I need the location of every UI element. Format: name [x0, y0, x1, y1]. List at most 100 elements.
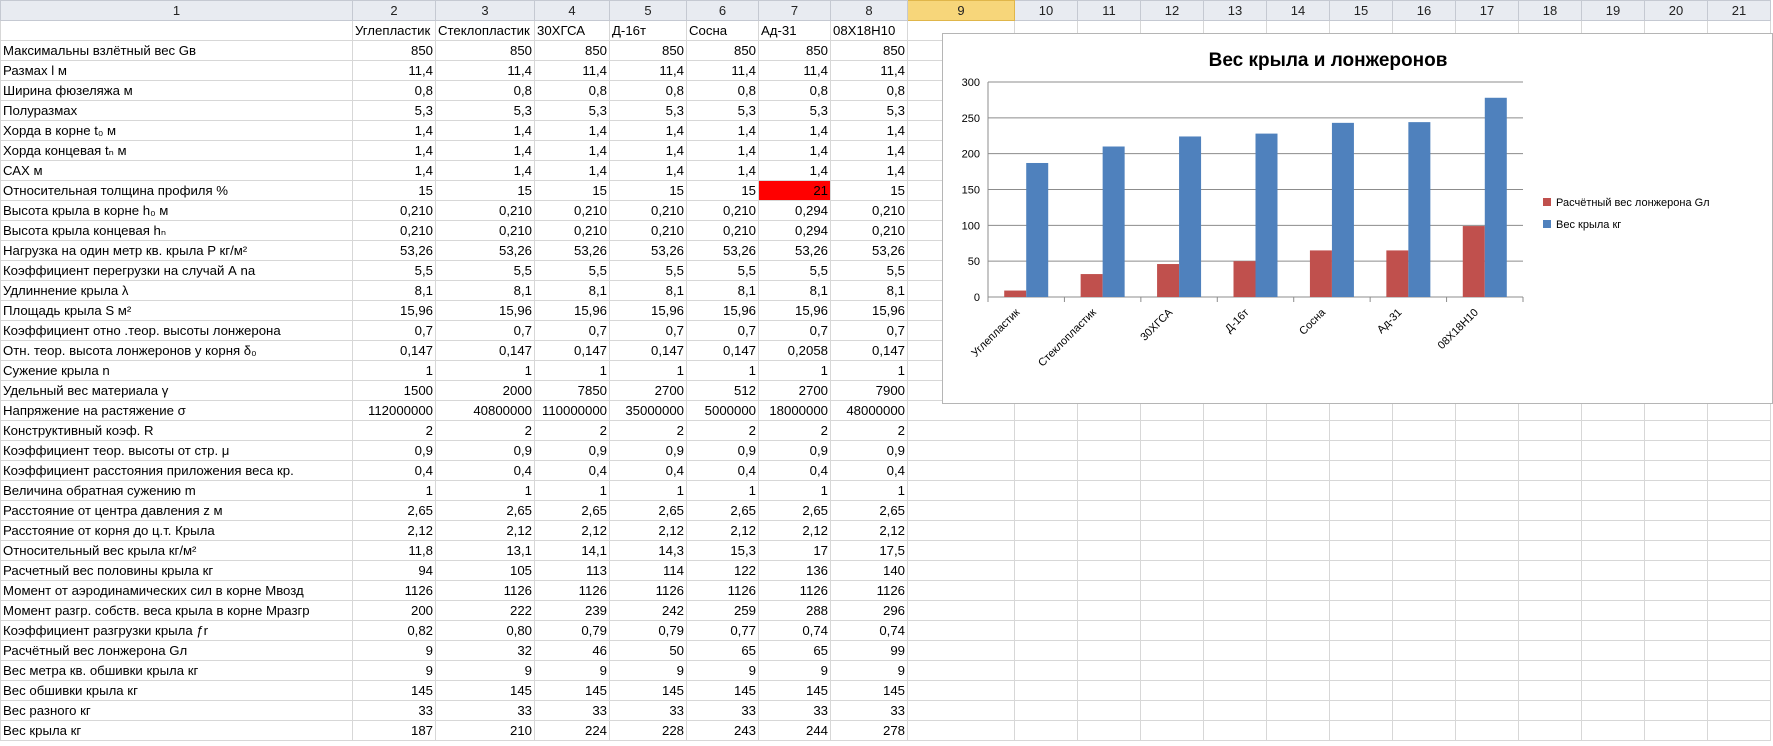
value-cell[interactable]: 136 — [758, 560, 831, 581]
row-label-cell[interactable]: Относительная толщина профиля % — [0, 180, 353, 201]
row-label-cell[interactable]: САХ м — [0, 160, 353, 181]
row-label-cell[interactable]: Расчетный вес половины крыла кг — [0, 560, 353, 581]
value-cell[interactable]: 1 — [609, 360, 687, 381]
cell[interactable] — [1644, 660, 1708, 681]
value-cell[interactable]: 1 — [830, 480, 908, 501]
value-cell[interactable]: 1 — [352, 480, 436, 501]
row-label-cell[interactable]: Расстояние от центра давления z м — [0, 500, 353, 521]
column-header[interactable]: 6 — [686, 0, 759, 21]
row-label-cell[interactable]: Хорда концевая tₙ м — [0, 140, 353, 161]
value-cell[interactable]: 5,5 — [686, 260, 759, 281]
value-cell[interactable]: 1 — [534, 480, 610, 501]
value-cell[interactable]: 1,4 — [352, 120, 436, 141]
value-cell[interactable]: 0,4 — [435, 460, 535, 481]
column-header[interactable]: 8 — [830, 0, 908, 21]
cell[interactable] — [1266, 600, 1330, 621]
value-cell[interactable]: 1126 — [686, 580, 759, 601]
cell[interactable] — [1707, 660, 1771, 681]
cell[interactable] — [1581, 540, 1645, 561]
cell[interactable] — [1203, 480, 1267, 501]
cell[interactable] — [1455, 540, 1519, 561]
value-cell[interactable]: 8,1 — [534, 280, 610, 301]
cell[interactable] — [1707, 420, 1771, 441]
cell[interactable] — [1329, 540, 1393, 561]
value-cell[interactable]: 2,12 — [609, 520, 687, 541]
column-header[interactable]: 12 — [1140, 0, 1204, 21]
value-cell[interactable]: 17 — [758, 540, 831, 561]
value-cell[interactable]: 1,4 — [758, 140, 831, 161]
cell[interactable] — [1014, 460, 1078, 481]
cell[interactable] — [1077, 680, 1141, 701]
cell[interactable] — [907, 460, 1015, 481]
row-label-cell[interactable]: Коэффициент перегрузки на случай А nа — [0, 260, 353, 281]
column-header[interactable]: 10 — [1014, 0, 1078, 21]
cell[interactable] — [1014, 500, 1078, 521]
value-cell[interactable]: 0,4 — [609, 460, 687, 481]
row-label-cell[interactable]: Коэффициент расстояния приложения веса к… — [0, 460, 353, 481]
value-cell[interactable]: 145 — [534, 680, 610, 701]
cell[interactable] — [1266, 680, 1330, 701]
bar[interactable] — [1462, 226, 1485, 297]
cell[interactable] — [1203, 640, 1267, 661]
cell[interactable] — [1707, 440, 1771, 461]
row-label-cell[interactable]: Отн. теор. высота лонжеронов у корня δ₀ — [0, 340, 353, 361]
embedded-chart[interactable]: Вес крыла и лонжеронов 0 50 100 150 200 250 300… — [942, 33, 1773, 404]
value-cell[interactable]: 0,79 — [609, 620, 687, 641]
cell[interactable] — [1077, 440, 1141, 461]
value-cell[interactable]: 15 — [686, 180, 759, 201]
value-cell[interactable]: 2700 — [758, 380, 831, 401]
cell[interactable] — [1392, 640, 1456, 661]
cell[interactable] — [1455, 620, 1519, 641]
cell[interactable] — [1014, 600, 1078, 621]
material-header-cell[interactable]: Стеклопластик — [435, 20, 535, 41]
cell[interactable] — [1518, 420, 1582, 441]
cell[interactable] — [1329, 620, 1393, 641]
cell[interactable] — [1581, 420, 1645, 441]
cell[interactable] — [1518, 680, 1582, 701]
row-label-cell[interactable]: Коэффициент отно .теор. высоты лонжерона — [0, 320, 353, 341]
row-label-cell[interactable]: Расстояние от корня до ц.т. Крыла — [0, 520, 353, 541]
row-label-cell[interactable]: Вес метра кв. обшивки крыла кг — [0, 660, 353, 681]
value-cell[interactable]: 140 — [830, 560, 908, 581]
value-cell[interactable]: 0,147 — [534, 340, 610, 361]
value-cell[interactable]: 15 — [435, 180, 535, 201]
cell[interactable] — [1581, 520, 1645, 541]
value-cell[interactable]: 9 — [534, 660, 610, 681]
value-cell[interactable]: 113 — [534, 560, 610, 581]
value-cell[interactable]: 1126 — [534, 580, 610, 601]
value-cell[interactable]: 11,4 — [435, 60, 535, 81]
column-header[interactable]: 19 — [1581, 0, 1645, 21]
cell[interactable] — [1077, 600, 1141, 621]
cell[interactable] — [1014, 660, 1078, 681]
value-cell[interactable]: 1126 — [758, 580, 831, 601]
value-cell[interactable]: 0,8 — [830, 80, 908, 101]
cell[interactable] — [1266, 440, 1330, 461]
value-cell[interactable]: 2,65 — [686, 500, 759, 521]
row-label-cell[interactable]: Полуразмах — [0, 100, 353, 121]
value-cell[interactable]: 296 — [830, 600, 908, 621]
value-cell[interactable]: 0,4 — [830, 460, 908, 481]
value-cell[interactable]: 53,26 — [830, 240, 908, 261]
value-cell[interactable]: 1126 — [609, 580, 687, 601]
value-cell[interactable]: 1,4 — [435, 160, 535, 181]
cell[interactable] — [1266, 620, 1330, 641]
cell[interactable] — [1266, 520, 1330, 541]
value-cell[interactable]: 5,5 — [609, 260, 687, 281]
value-cell[interactable]: 0,4 — [686, 460, 759, 481]
value-cell[interactable]: 0,74 — [830, 620, 908, 641]
value-cell[interactable]: 11,4 — [352, 60, 436, 81]
cell[interactable] — [1266, 580, 1330, 601]
value-cell[interactable]: 1 — [352, 360, 436, 381]
cell[interactable] — [1014, 640, 1078, 661]
value-cell[interactable]: 2 — [758, 420, 831, 441]
value-cell[interactable]: 15 — [352, 180, 436, 201]
cell[interactable] — [1392, 720, 1456, 741]
bar[interactable] — [1080, 274, 1103, 297]
value-cell[interactable]: 53,26 — [609, 240, 687, 261]
value-cell[interactable]: 0,7 — [758, 320, 831, 341]
value-cell[interactable]: 145 — [352, 680, 436, 701]
cell[interactable] — [1140, 540, 1204, 561]
value-cell[interactable]: 5,5 — [534, 260, 610, 281]
row-label-cell[interactable]: Площадь крыла S м² — [0, 300, 353, 321]
cell[interactable] — [1455, 720, 1519, 741]
